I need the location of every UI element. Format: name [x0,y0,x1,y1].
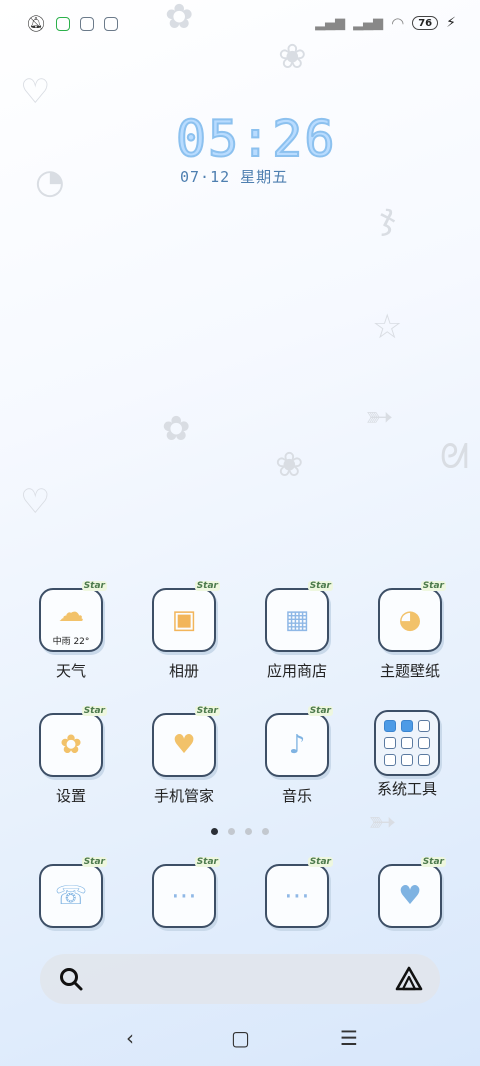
dock-chat[interactable]: Star ⋯ [247,857,347,928]
browser-icon[interactable]: Star ♥ [378,857,446,928]
star-tag: Star [307,581,333,591]
signal-sim2-icon: ▂▄▆ [353,15,384,31]
cloud-icon: ☁︎ [58,597,84,628]
flower-doodle-2-icon: ✿ [162,409,191,449]
tool-app-icon [384,737,396,749]
tool-app-icon [418,754,430,766]
star-tag: Star [307,857,333,867]
chat-bubble-icon: ⋯ [171,881,197,911]
notification-text-icon [80,16,95,31]
theme-palette-icon[interactable]: Star ◕ [378,581,446,652]
palette-icon: ◕ [398,605,422,635]
tool-app-icon [401,737,413,749]
gear-icon: ✿ [60,730,82,760]
notification-message-icon [104,16,119,31]
tool-app-icon [384,754,396,766]
paw-doodle-2-icon: ❀ [275,445,304,485]
note-icon: ♪ [288,730,306,760]
app-weather[interactable]: Star ☁︎ 中雨 22° 天气 [21,581,121,681]
star-tag: Star [307,706,333,716]
search-icon[interactable] [58,966,84,992]
tool-app-icon [401,720,413,732]
page-dot-active[interactable] [211,828,218,835]
phone-icon[interactable]: Star ☏ [39,857,107,928]
tool-app-icon [401,754,413,766]
heart-doodle-icon: ♡ [20,72,51,112]
heart-doodle-2-icon: ♡ [20,482,51,522]
dock-messages[interactable]: Star ⋯ [134,857,234,928]
clock-time[interactable]: 05:26 [175,109,337,169]
recents-menu-button[interactable]: ☰ [340,1026,358,1050]
star-tag: Star [81,581,107,591]
status-bar: 🔕︎ ▂▄▆ ▂▄▆ ◠ 76 ⚡︎ [0,0,480,52]
chat-bubble-2-icon: ⋯ [284,881,310,911]
messages-icon[interactable]: Star ⋯ [152,857,220,928]
app-gallery[interactable]: Star ▣ 相册 [134,581,234,681]
notification-app-icon [56,16,71,31]
app-label: 系统工具 [376,780,437,798]
star-doodle-icon: ☆ [372,307,403,347]
cat-doodle-icon: ◔ [35,162,65,202]
photo-icon: ▣ [171,605,197,635]
wifi-icon: ◠ [391,14,405,32]
app-label: 天气 [55,662,86,680]
app-label: 相册 [168,662,199,680]
app-label: 设置 [55,787,86,805]
gallery-icon[interactable]: Star ▣ [152,581,220,652]
bell-muted-icon: 🔕︎ [26,14,47,33]
app-store-icon[interactable]: Star ▦ [265,581,333,652]
weather-summary: 中雨 22° [52,637,90,647]
folder-system-tools[interactable]: 系统工具 [357,710,457,799]
tool-app-icon [418,737,430,749]
battery-level: 76 [418,17,433,29]
dock-phone[interactable]: Star ☏ [21,857,121,928]
page-dot[interactable] [262,828,269,835]
signal-sim1-icon: ▂▄▆ [315,15,346,31]
app-store[interactable]: Star ▦ 应用商店 [247,581,347,681]
navigation-bar: ‹ ▢ ☰ [0,1018,480,1058]
page-dot[interactable] [228,828,235,835]
app-label: 应用商店 [266,662,327,680]
star-tag: Star [194,706,220,716]
tool-app-icon [418,720,430,732]
system-tools-folder-icon[interactable] [374,710,440,776]
app-label: 主题壁纸 [379,662,440,680]
app-label: 音乐 [281,787,312,805]
battery-icon: 76 [412,16,439,30]
jar-icon: ♥ [172,730,196,760]
app-label: 手机管家 [153,787,214,805]
star-tag: Star [420,857,446,867]
bunny-doodle-icon: ᘛ [440,437,469,477]
app-music[interactable]: Star ♪ 音乐 [247,706,347,806]
page-dot[interactable] [245,828,252,835]
music-icon[interactable]: Star ♪ [265,706,333,777]
star-tag: Star [81,706,107,716]
dock-browser[interactable]: Star ♥ [360,857,460,928]
chat-icon[interactable]: Star ⋯ [265,857,333,928]
home-button[interactable]: ▢ [231,1026,250,1050]
charging-bolt-icon: ⚡︎ [446,15,456,31]
page-indicator[interactable] [0,828,480,835]
app-theme-wallpaper[interactable]: Star ◕ 主题壁纸 [360,581,460,681]
app-settings[interactable]: Star ✿ 设置 [21,706,121,806]
star-tag: Star [81,857,107,867]
bunny-phone-icon: ☏ [54,881,88,911]
star-tag: Star [194,581,220,591]
assistant-icon[interactable] [394,965,424,993]
back-button[interactable]: ‹ [126,1026,134,1050]
phone-manager-icon[interactable]: Star ♥ [152,706,220,777]
app-phone-manager[interactable]: Star ♥ 手机管家 [134,706,234,806]
macaron-icon: ♥ [398,881,422,911]
app-grid-icon: ▦ [284,605,310,635]
settings-icon[interactable]: Star ✿ [39,706,107,777]
star-tag: Star [420,581,446,591]
fish-doodle-icon: ➳ [365,397,394,437]
weather-icon[interactable]: Star ☁︎ 中雨 22° [39,581,107,652]
star-tag: Star [194,857,220,867]
search-bar[interactable] [40,954,440,1004]
tool-app-icon [384,720,396,732]
cherry-doodle-icon: ჯ [380,197,396,237]
clock-date: 07·12 星期五 [180,168,289,186]
